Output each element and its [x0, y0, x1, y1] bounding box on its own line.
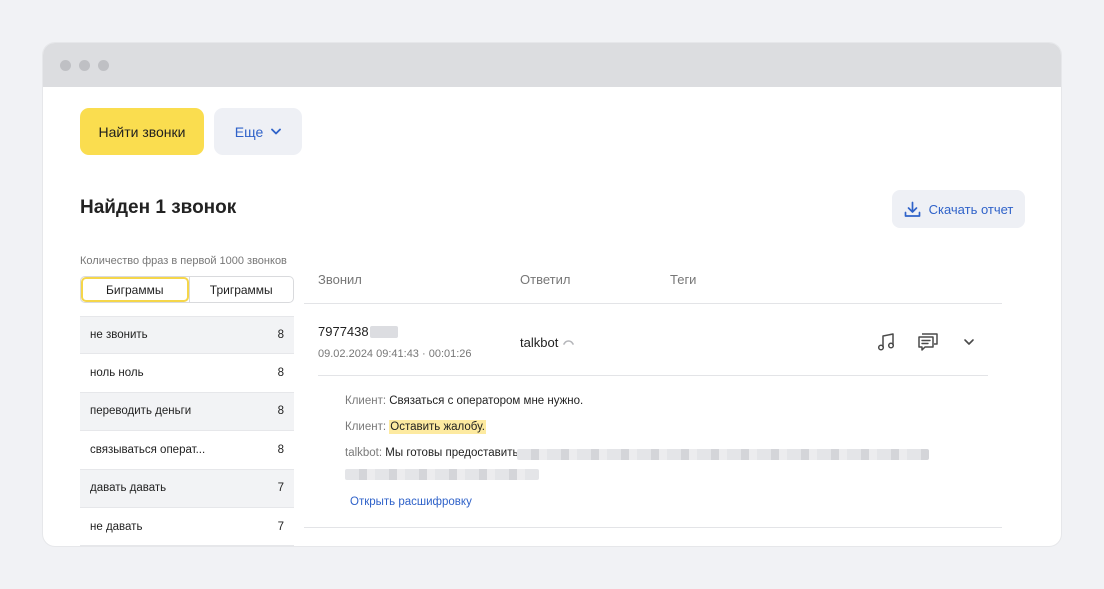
open-transcript-link[interactable]: Открыть расшифровку [350, 496, 472, 508]
call-datetime: 09.02.2024 09:41:43 · 00:01:26 [318, 348, 472, 360]
answered-by-text: talkbot [520, 335, 559, 350]
transcript-speaker: talkbot: [345, 447, 383, 459]
phrase-count: 7 [277, 520, 284, 533]
find-calls-button[interactable]: Найти звонки [80, 108, 204, 155]
transcript-redacted-text [517, 449, 929, 460]
window-dot-close[interactable] [60, 60, 71, 71]
window-titlebar [43, 43, 1061, 87]
column-header-tags: Теги [670, 272, 697, 287]
phrase-text: связываться операт... [90, 443, 206, 456]
window-dot-maximize[interactable] [98, 60, 109, 71]
phrase-count: 8 [277, 443, 284, 456]
transcript-line: Клиент: Оставить жалобу. [345, 420, 486, 434]
list-item[interactable]: не звонить 8 [80, 316, 294, 355]
transcript-redacted-text [345, 469, 539, 480]
tab-bigrams[interactable]: Биграммы [81, 277, 189, 302]
music-note-icon [877, 333, 895, 351]
chevron-down-icon [271, 128, 282, 135]
more-label: Еще [234, 123, 264, 140]
phrase-count: 8 [277, 405, 284, 418]
window-dot-minimize[interactable] [79, 60, 90, 71]
transcript-button[interactable] [916, 331, 940, 353]
phrase-text: давать давать [90, 482, 167, 495]
hangup-icon [563, 340, 575, 345]
transcript-highlighted-text: Оставить жалобу. [389, 420, 486, 434]
caller-number-text: 7977438 [318, 324, 369, 339]
call-row-divider [318, 375, 988, 376]
ngram-tabs: Биграммы Триграммы [80, 276, 294, 303]
answered-by: talkbot [520, 335, 575, 350]
app-window: Найти звонки Еще Найден 1 звонок Скачать… [43, 43, 1061, 546]
table-header-divider [304, 303, 1002, 304]
transcript-line: Клиент: Связаться с оператором мне нужно… [345, 395, 583, 407]
list-item[interactable]: ноль ноль 8 [80, 354, 294, 393]
chat-transcript-icon [918, 333, 938, 351]
tab-trigrams[interactable]: Триграммы [188, 277, 294, 302]
transcript-speaker: Клиент: [345, 395, 387, 407]
phrase-text: не звонить [90, 329, 148, 342]
more-button[interactable]: Еще [214, 108, 302, 155]
list-item[interactable]: не давать 7 [80, 508, 294, 546]
download-report-label: Скачать отчет [928, 201, 1014, 217]
call-row-bottom-divider [304, 527, 1002, 528]
audio-button[interactable] [875, 331, 897, 353]
transcript-line: talkbot: Мы готовы предоставить [345, 447, 518, 459]
phrase-count: 8 [277, 367, 284, 380]
column-header-caller: Звонил [318, 272, 362, 287]
expand-chevron-icon [964, 339, 974, 345]
column-header-answered: Ответил [520, 272, 571, 287]
list-item[interactable]: связываться операт... 8 [80, 431, 294, 470]
transcript-text: Связаться с оператором мне нужно. [389, 395, 584, 407]
caller-number[interactable]: 7977438 [318, 324, 398, 339]
transcript-text: Мы готовы предоставить [385, 447, 519, 459]
list-item[interactable]: переводить деньги 8 [80, 392, 294, 432]
phrase-count: 8 [277, 329, 284, 342]
page-title: Найден 1 звонок [80, 197, 237, 218]
expand-row-button[interactable] [961, 331, 977, 353]
phrases-caption: Количество фраз в первой 1000 звонков [80, 255, 287, 267]
list-item[interactable]: давать давать 7 [80, 469, 294, 508]
transcript-speaker: Клиент: [345, 421, 387, 433]
download-icon [904, 201, 920, 217]
phrase-list: не звонить 8 ноль ноль 8 переводить день… [80, 316, 294, 546]
phrase-text: ноль ноль [90, 367, 144, 380]
download-report-button[interactable]: Скачать отчет [892, 190, 1025, 228]
phrase-count: 7 [277, 482, 284, 495]
phrase-text: переводить деньги [90, 405, 192, 418]
caller-number-redacted [369, 325, 398, 338]
phrase-text: не давать [90, 520, 143, 533]
